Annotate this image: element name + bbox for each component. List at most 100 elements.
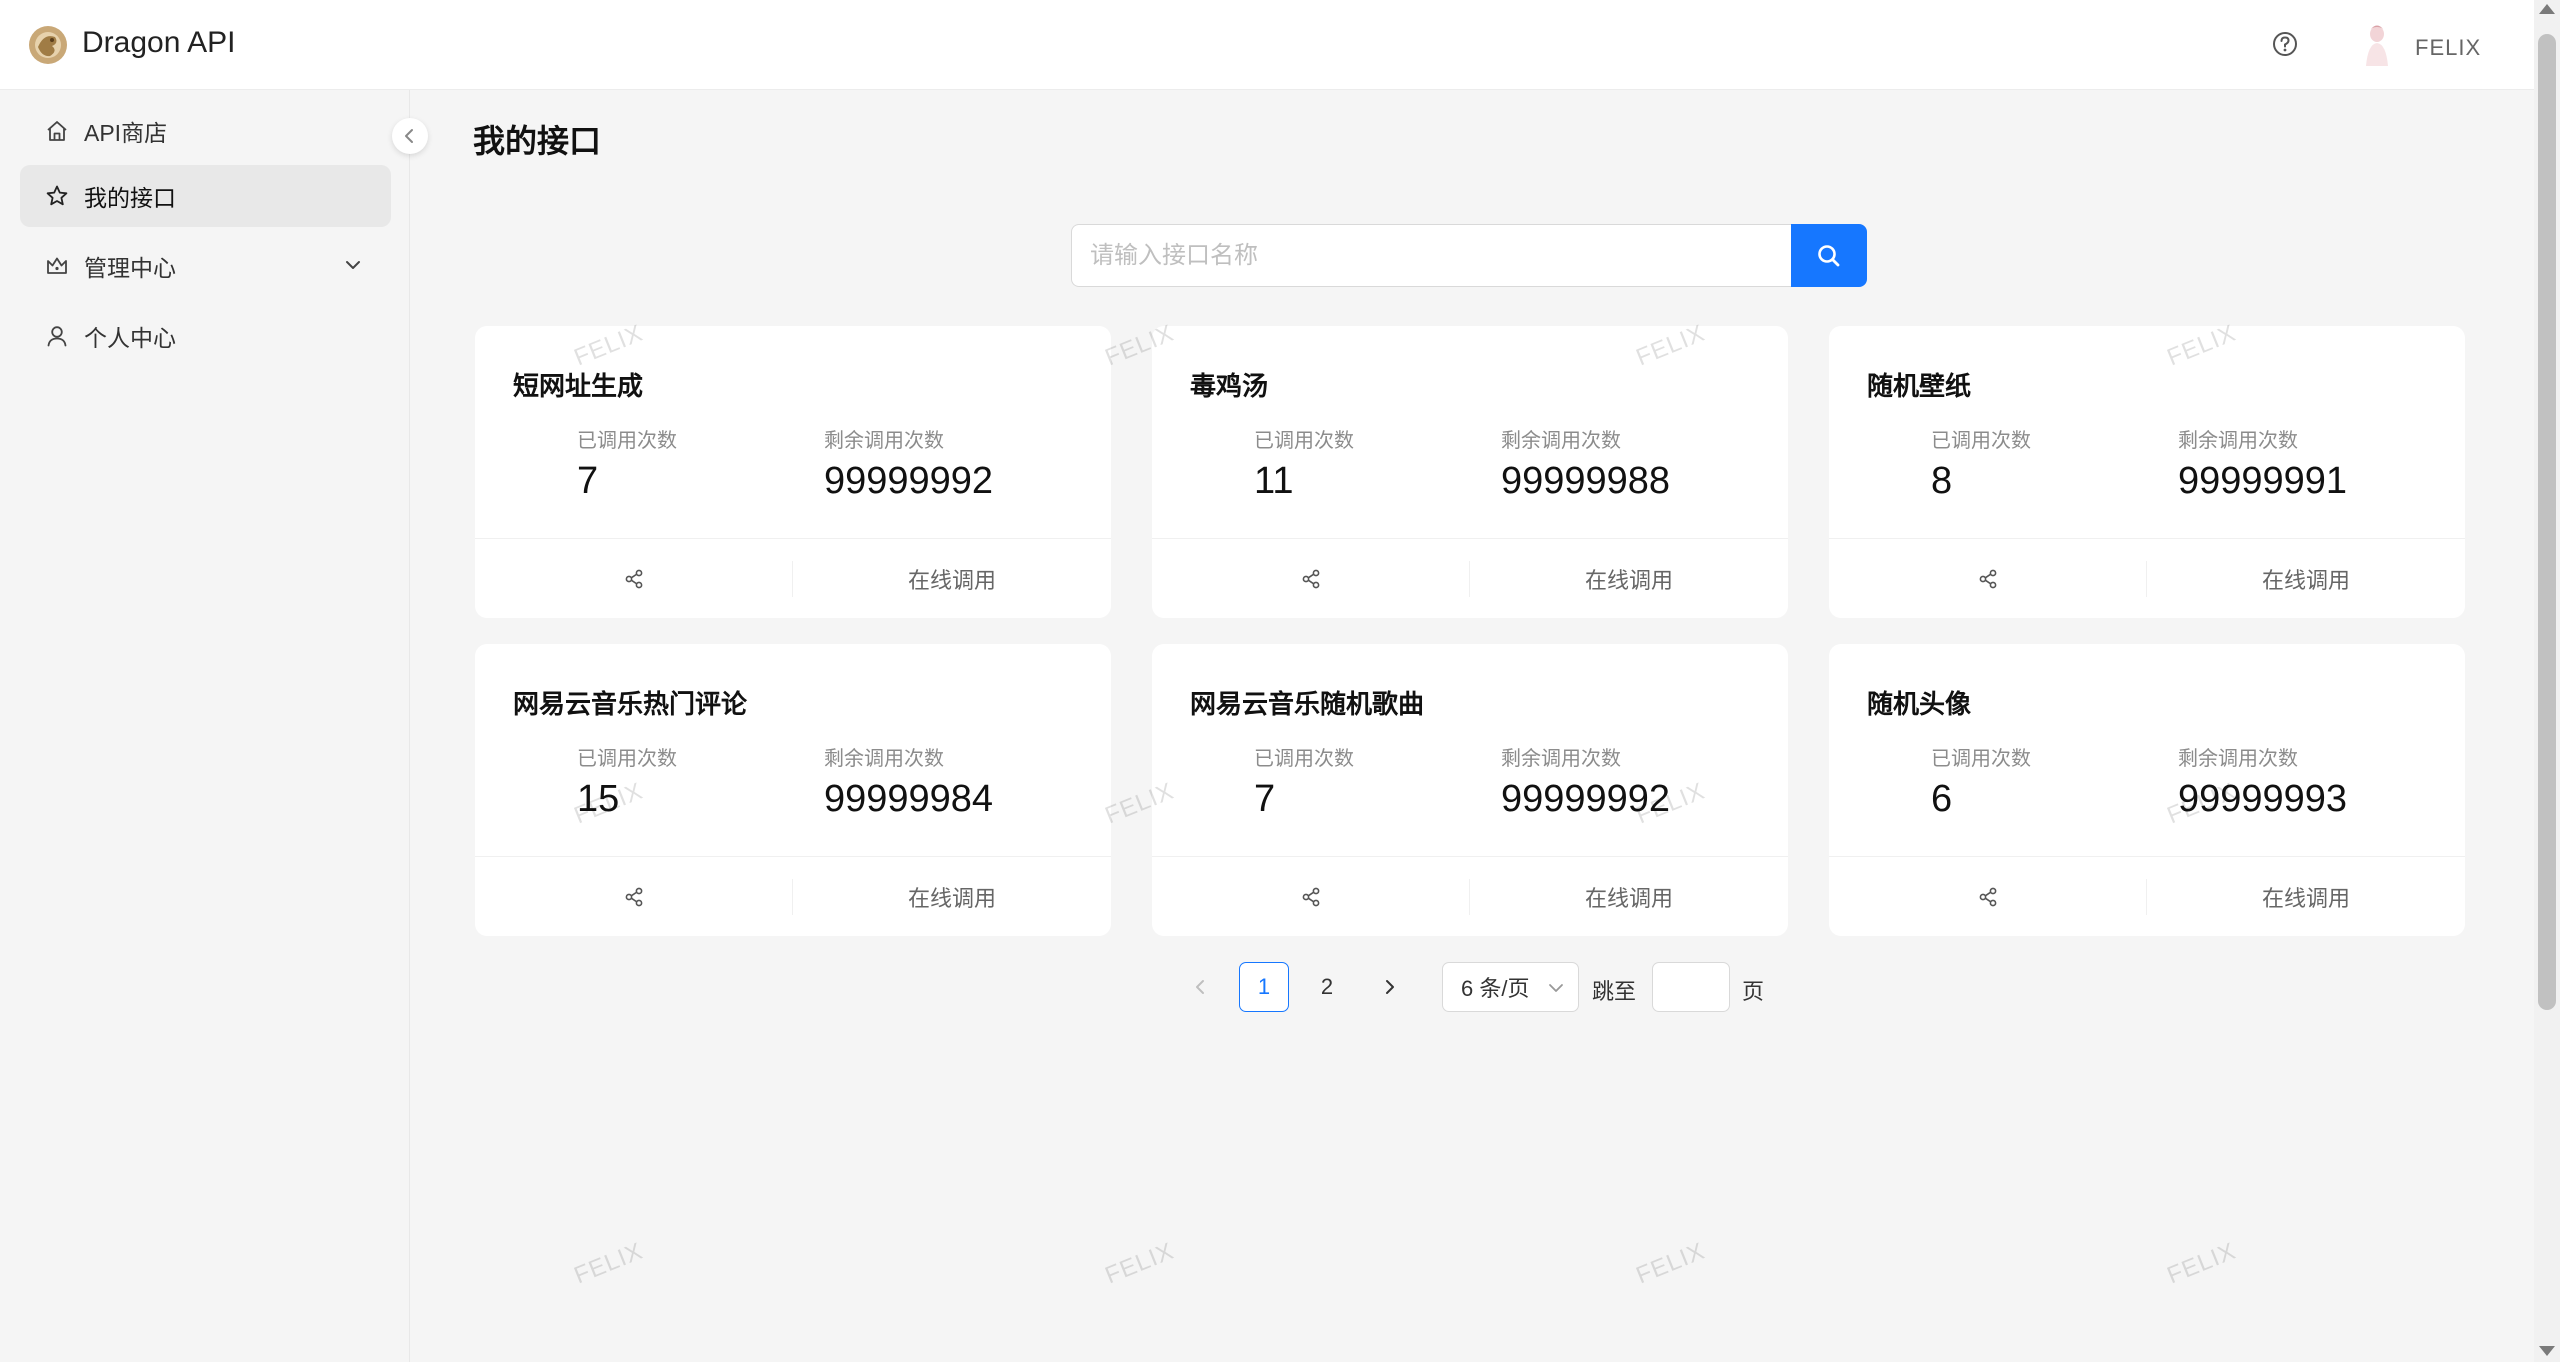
help-icon[interactable]	[2269, 28, 2301, 60]
pagination-prev-button[interactable]	[1183, 962, 1217, 1012]
sidebar-item-admin-center[interactable]: 管理中心	[20, 235, 391, 297]
online-call-button[interactable]: 在线调用	[2147, 539, 2465, 618]
crown-icon	[47, 257, 67, 274]
online-call-button[interactable]: 在线调用	[1470, 857, 1788, 936]
share-icon	[1979, 887, 1997, 907]
card-actions: 在线调用	[1152, 538, 1788, 618]
share-button[interactable]	[1152, 857, 1470, 936]
chevron-left-icon	[405, 129, 413, 143]
share-button[interactable]	[475, 539, 793, 618]
remaining-count-label: 剩余调用次数	[2178, 430, 2298, 452]
sidebar-item-label: API商店	[84, 120, 168, 146]
avatar[interactable]	[2358, 22, 2396, 66]
chevron-down-icon[interactable]	[343, 255, 363, 275]
remaining-count-label: 剩余调用次数	[1501, 748, 1621, 770]
remaining-count-value: 99999992	[1501, 778, 1671, 820]
card-actions: 在线调用	[475, 538, 1111, 618]
share-icon	[625, 569, 643, 589]
sidebar-item-label: 管理中心	[84, 255, 176, 281]
share-button[interactable]	[1152, 539, 1470, 618]
search-input[interactable]	[1071, 224, 1791, 287]
remaining-count-label: 剩余调用次数	[824, 748, 944, 770]
share-button[interactable]	[1829, 539, 2147, 618]
online-call-button[interactable]: 在线调用	[793, 857, 1111, 936]
watermark-text: FELIX	[2163, 1237, 2240, 1290]
page-size-select[interactable]: 6 条/页	[1442, 962, 1579, 1012]
api-card[interactable]: 随机头像已调用次数 6 剩余调用次数 99999993 在线调用	[1829, 644, 2465, 936]
star-icon	[46, 185, 68, 206]
watermark-text: FELIX	[1101, 1237, 1178, 1290]
remaining-count-label: 剩余调用次数	[1501, 430, 1621, 452]
api-card-title[interactable]: 毒鸡汤	[1190, 366, 1268, 403]
online-call-button[interactable]: 在线调用	[793, 539, 1111, 618]
used-count-label: 已调用次数	[1254, 748, 1354, 770]
jump-to-page-input[interactable]	[1652, 962, 1730, 1012]
page-unit-label: 页	[1742, 979, 1765, 1004]
api-card-title[interactable]: 网易云音乐随机歌曲	[1190, 684, 1424, 721]
home-icon	[47, 121, 67, 141]
page-size-value: 6 条/页	[1461, 976, 1530, 1001]
pagination-next-button[interactable]	[1373, 962, 1407, 1012]
remaining-count-value: 99999993	[2178, 778, 2348, 820]
chevron-down-icon	[1549, 984, 1563, 992]
chevron-left-icon	[1196, 980, 1204, 994]
used-count-value: 6	[1931, 778, 1953, 820]
card-actions: 在线调用	[475, 856, 1111, 936]
share-button[interactable]	[475, 857, 793, 936]
jump-to-label: 跳至	[1592, 979, 1637, 1004]
sidebar: API商店 我的接口 管理中心 个人中心	[0, 90, 410, 1362]
sidebar-collapse-button[interactable]	[392, 118, 428, 154]
search-button[interactable]	[1791, 224, 1867, 287]
sidebar-item-personal-center[interactable]: 个人中心	[20, 305, 391, 367]
share-icon	[1302, 569, 1320, 589]
sidebar-item-my-apis[interactable]: 我的接口	[20, 165, 391, 227]
api-card[interactable]: 网易云音乐热门评论 已调用次数 15 剩余调用次数 99999984 在线调用	[475, 644, 1111, 936]
page-title: 我的接口	[473, 123, 602, 159]
remaining-count-label: 剩余调用次数	[2178, 748, 2298, 770]
api-card-title[interactable]: 随机头像	[1867, 684, 1971, 721]
share-icon	[1979, 569, 1997, 589]
used-count-value: 7	[577, 460, 599, 502]
used-count-label: 已调用次数	[1931, 430, 2031, 452]
search-icon	[1818, 244, 1840, 266]
pagination-page-2[interactable]: 2	[1302, 962, 1352, 1012]
used-count-value: 8	[1931, 460, 1953, 502]
chevron-right-icon	[1386, 980, 1394, 994]
used-count-value: 7	[1254, 778, 1276, 820]
scroll-down-arrow-icon[interactable]	[2539, 1346, 2555, 1356]
user-icon	[47, 326, 67, 347]
user-name[interactable]: FELIX	[2415, 35, 2481, 61]
pagination-page-1[interactable]: 1	[1239, 962, 1289, 1012]
used-count-label: 已调用次数	[577, 430, 677, 452]
used-count-label: 已调用次数	[1931, 748, 2031, 770]
card-actions: 在线调用	[1829, 856, 2465, 936]
scroll-up-arrow-icon[interactable]	[2539, 4, 2555, 14]
scroll-thumb[interactable]	[2538, 34, 2556, 1010]
dragon-logo-icon[interactable]	[28, 25, 68, 65]
top-header: Dragon API FELIX	[0, 0, 2534, 90]
online-call-button[interactable]: 在线调用	[2147, 857, 2465, 936]
app-title[interactable]: Dragon API	[82, 26, 235, 60]
remaining-count-value: 99999991	[2178, 460, 2348, 502]
watermark-text: FELIX	[1632, 1237, 1709, 1290]
watermark-text: FELIX	[570, 1237, 647, 1290]
api-card-title[interactable]: 随机壁纸	[1867, 366, 1971, 403]
api-card[interactable]: 网易云音乐随机歌曲已调用次数 7 剩余调用次数 99999992 在线调用	[1152, 644, 1788, 936]
page-scrollbar[interactable]	[2534, 0, 2560, 1362]
remaining-count-value: 99999992	[824, 460, 994, 502]
used-count-value: 15	[577, 778, 620, 820]
api-card-title[interactable]: 短网址生成	[513, 366, 643, 403]
api-card[interactable]: 短网址生成已调用次数 7 剩余调用次数 99999992 在线调用	[475, 326, 1111, 618]
api-card[interactable]: 毒鸡汤 已调用次数 11 剩余调用次数 99999988 在线调用	[1152, 326, 1788, 618]
sidebar-item-label: 我的接口	[84, 185, 176, 211]
api-card[interactable]: 随机壁纸已调用次数 8 剩余调用次数 99999991 在线调用	[1829, 326, 2465, 618]
remaining-count-label: 剩余调用次数	[824, 430, 944, 452]
online-call-button[interactable]: 在线调用	[1470, 539, 1788, 618]
sidebar-item-api-store[interactable]: API商店	[20, 100, 391, 162]
search-bar	[1071, 224, 1867, 287]
remaining-count-value: 99999984	[824, 778, 994, 820]
card-actions: 在线调用	[1152, 856, 1788, 936]
api-card-title[interactable]: 网易云音乐热门评论	[513, 684, 747, 721]
share-button[interactable]	[1829, 857, 2147, 936]
sidebar-item-label: 个人中心	[84, 325, 176, 351]
